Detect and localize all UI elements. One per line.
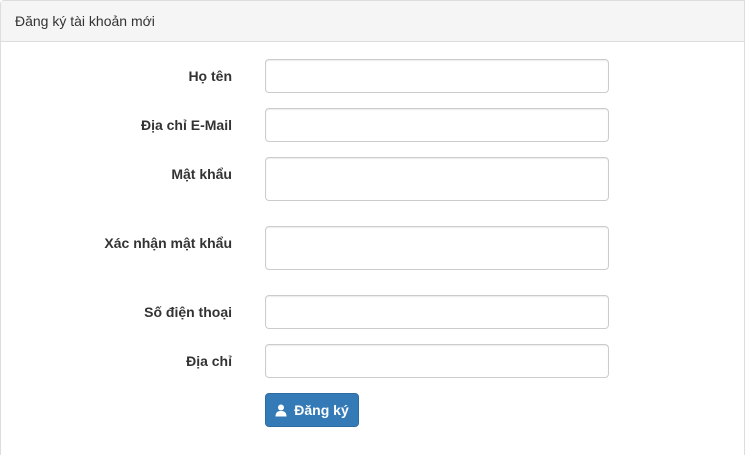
- password-label: Mật khẩu: [171, 166, 232, 182]
- confirm-password-label: Xác nhận mật khẩu: [104, 235, 232, 251]
- user-icon: [275, 404, 287, 417]
- email-label: Địa chỉ E-Mail: [140, 117, 232, 133]
- address-input[interactable]: [265, 344, 609, 378]
- password-input[interactable]: [265, 157, 609, 201]
- phone-input[interactable]: [265, 295, 609, 329]
- full-name-input[interactable]: [265, 59, 609, 93]
- register-button-label: Đăng ký: [294, 402, 349, 418]
- panel-title: Đăng ký tài khoản mới: [1, 1, 744, 42]
- register-panel: Đăng ký tài khoản mới Họ tên Địa chỉ E-M…: [0, 0, 745, 455]
- email-input[interactable]: [265, 108, 609, 142]
- confirm-password-input[interactable]: [265, 226, 609, 270]
- address-label: Địa chỉ: [186, 353, 232, 369]
- full-name-label: Họ tên: [188, 68, 232, 84]
- register-button[interactable]: Đăng ký: [265, 393, 359, 427]
- phone-label: Số điện thoại: [144, 304, 232, 320]
